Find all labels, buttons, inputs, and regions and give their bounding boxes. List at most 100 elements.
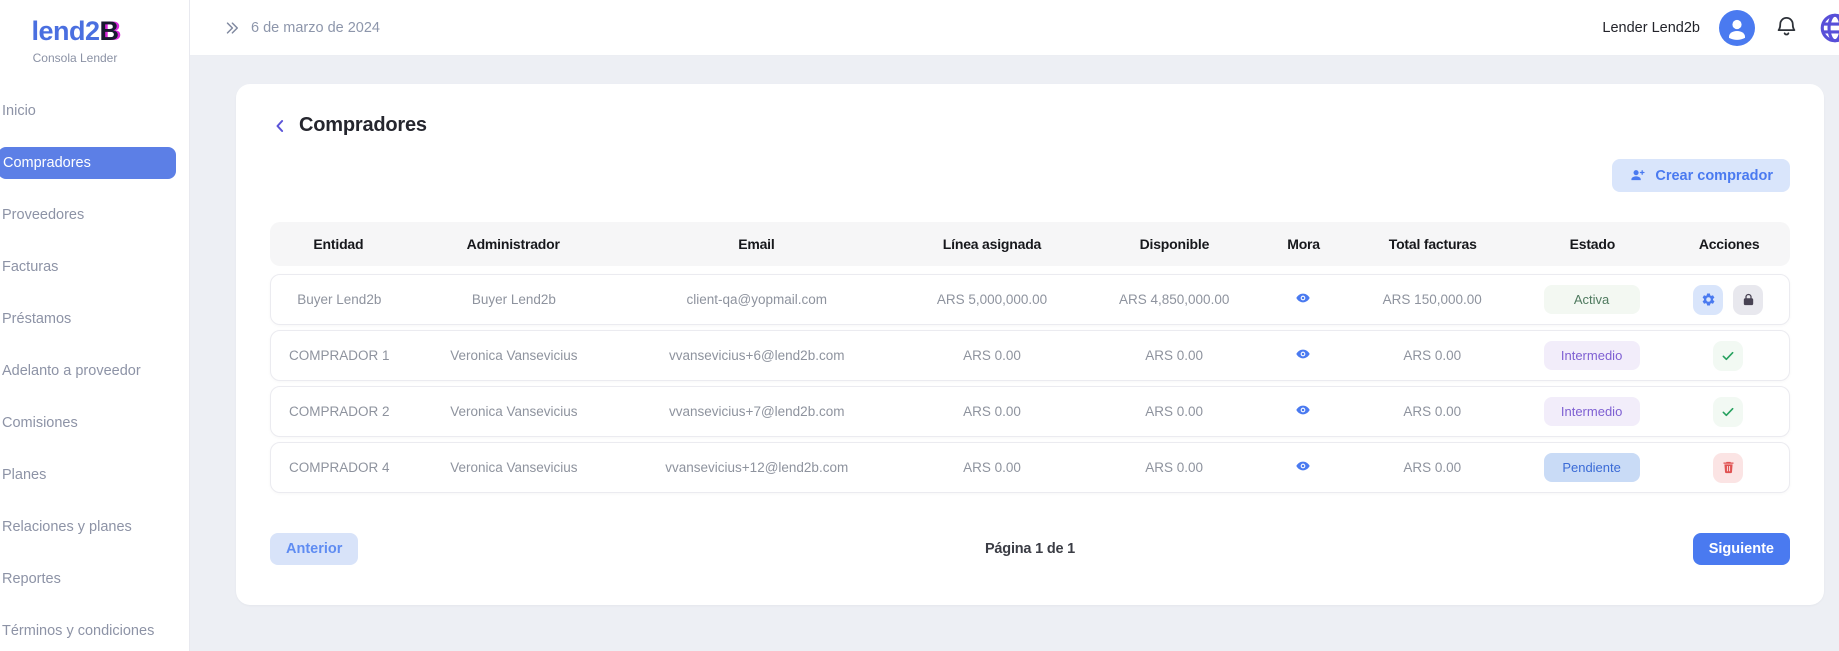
cell-estado: Activa [1516, 285, 1668, 314]
cell-entidad: COMPRADOR 1 [271, 348, 408, 363]
approve-action-button[interactable] [1713, 397, 1743, 427]
create-row: Crear comprador [270, 159, 1790, 192]
cell-email: vvansevicius+7@lend2b.com [620, 404, 893, 419]
table-header-row: EntidadAdministradorEmailLínea asignadaD… [270, 222, 1790, 266]
language-globe-icon[interactable] [1818, 11, 1839, 45]
cell-administrador: Veronica Vansevicius [408, 460, 621, 475]
status-badge: Intermedio [1544, 397, 1640, 426]
cell-acciones [1668, 397, 1789, 427]
brand-subtitle: Consola Lender [0, 51, 150, 65]
eye-icon [1295, 458, 1311, 474]
cell-disponible: ARS 0.00 [1091, 460, 1258, 475]
cell-total-facturas: ARS 0.00 [1349, 404, 1516, 419]
sidebar: lend2B Consola Lender Inicio Compradores P… [0, 0, 190, 651]
topbar: 6 de marzo de 2024 Lender Lend2b [190, 0, 1839, 56]
column-header-acciones: Acciones [1668, 236, 1790, 252]
brand-logo-text: lend2B [0, 16, 150, 47]
column-header-email: Email [620, 236, 894, 252]
cell-mora [1258, 290, 1349, 309]
cell-total-facturas: ARS 150,000.00 [1349, 292, 1516, 307]
notifications-bell-icon[interactable] [1774, 15, 1799, 40]
cell-estado: Pendiente [1516, 453, 1668, 482]
sidebar-expand-icon[interactable] [223, 19, 241, 37]
sidebar-item-proveedores[interactable]: Proveedores [0, 199, 189, 231]
delete-action-button[interactable] [1713, 453, 1743, 483]
lock-action-button[interactable] [1733, 285, 1763, 315]
column-header-disponible: Disponible [1091, 236, 1258, 252]
sidebar-item-terminos-y-condiciones[interactable]: Términos y condiciones [0, 615, 189, 647]
column-header-linea-asignada: Línea asignada [893, 236, 1091, 252]
table-row: Buyer Lend2bBuyer Lend2bclient-qa@yopmai… [270, 274, 1790, 325]
avatar[interactable] [1719, 10, 1755, 46]
cell-linea-asignada: ARS 0.00 [893, 348, 1090, 363]
brand-logo-accent: B [100, 16, 119, 46]
cell-acciones [1668, 341, 1789, 371]
sidebar-item-reportes[interactable]: Reportes [0, 563, 189, 595]
topbar-date-wrap: 6 de marzo de 2024 [223, 19, 380, 37]
column-header-mora: Mora [1258, 236, 1349, 252]
table-row: COMPRADOR 1Veronica Vanseviciusvvansevic… [270, 330, 1790, 381]
main-area: Compradores Crear comprador EntidadAdmin… [190, 56, 1839, 651]
cell-mora [1258, 402, 1349, 421]
page-title: Compradores [299, 114, 427, 137]
sidebar-nav: Inicio Compradores Proveedores Facturas Prés… [0, 95, 189, 647]
sidebar-item-inicio[interactable]: Inicio [0, 95, 189, 127]
mora-eye-button[interactable] [1295, 458, 1311, 474]
cell-total-facturas: ARS 0.00 [1349, 348, 1516, 363]
lock-icon [1741, 292, 1756, 307]
gear-icon [1701, 292, 1716, 307]
person-add-icon [1629, 167, 1646, 184]
pagination: Anterior Página 1 de 1 Siguiente [270, 533, 1790, 565]
column-header-estado: Estado [1516, 236, 1668, 252]
column-header-total-facturas: Total facturas [1349, 236, 1516, 252]
mora-eye-button[interactable] [1295, 346, 1311, 362]
page-info: Página 1 de 1 [270, 541, 1790, 557]
brand-logo-main: lend2 [31, 16, 99, 46]
mora-eye-button[interactable] [1295, 402, 1311, 418]
cell-email: client-qa@yopmail.com [620, 292, 893, 307]
eye-icon [1295, 346, 1311, 362]
cell-administrador: Buyer Lend2b [408, 292, 621, 307]
cell-disponible: ARS 0.00 [1091, 348, 1258, 363]
title-row: Compradores [270, 114, 1790, 137]
sidebar-item-compradores[interactable]: Compradores [0, 147, 176, 179]
cell-disponible: ARS 0.00 [1091, 404, 1258, 419]
mora-eye-button[interactable] [1295, 290, 1311, 306]
next-page-button[interactable]: Siguiente [1693, 533, 1790, 565]
cell-linea-asignada: ARS 0.00 [893, 404, 1090, 419]
status-badge: Pendiente [1544, 453, 1640, 482]
sidebar-item-adelanto-a-proveedor[interactable]: Adelanto a proveedor [0, 355, 189, 387]
cell-linea-asignada: ARS 0.00 [893, 460, 1090, 475]
eye-icon [1295, 290, 1311, 306]
sidebar-item-comisiones[interactable]: Comisiones [0, 407, 189, 439]
create-comprador-button[interactable]: Crear comprador [1612, 159, 1790, 192]
cell-mora [1258, 458, 1349, 477]
table-row: COMPRADOR 2Veronica Vanseviciusvvansevic… [270, 386, 1790, 437]
cell-administrador: Veronica Vansevicius [408, 404, 621, 419]
settings-action-button[interactable] [1693, 285, 1723, 315]
cell-disponible: ARS 4,850,000.00 [1091, 292, 1258, 307]
cell-entidad: COMPRADOR 4 [271, 460, 408, 475]
cell-acciones [1668, 285, 1789, 315]
current-date: 6 de marzo de 2024 [251, 20, 380, 36]
cell-estado: Intermedio [1516, 341, 1668, 370]
sidebar-item-prestamos[interactable]: Préstamos [0, 303, 189, 335]
sidebar-item-facturas[interactable]: Facturas [0, 251, 189, 283]
table-row: COMPRADOR 4Veronica Vanseviciusvvansevic… [270, 442, 1790, 493]
check-icon [1720, 348, 1736, 364]
trash-icon [1721, 460, 1736, 475]
topbar-user-wrap: Lender Lend2b [1602, 10, 1839, 46]
brand-logo: lend2B Consola Lender [0, 0, 150, 65]
cell-estado: Intermedio [1516, 397, 1668, 426]
cell-entidad: Buyer Lend2b [271, 292, 408, 307]
table-body: Buyer Lend2bBuyer Lend2bclient-qa@yopmai… [270, 274, 1790, 493]
previous-page-button[interactable]: Anterior [270, 533, 358, 565]
compradores-card: Compradores Crear comprador EntidadAdmin… [236, 84, 1824, 605]
status-badge: Intermedio [1544, 341, 1640, 370]
sidebar-item-relaciones-y-planes[interactable]: Relaciones y planes [0, 511, 189, 543]
approve-action-button[interactable] [1713, 341, 1743, 371]
sidebar-item-planes[interactable]: Planes [0, 459, 189, 491]
cell-administrador: Veronica Vansevicius [408, 348, 621, 363]
back-chevron-icon[interactable] [270, 116, 290, 136]
right-column: 6 de marzo de 2024 Lender Lend2b [190, 0, 1839, 651]
